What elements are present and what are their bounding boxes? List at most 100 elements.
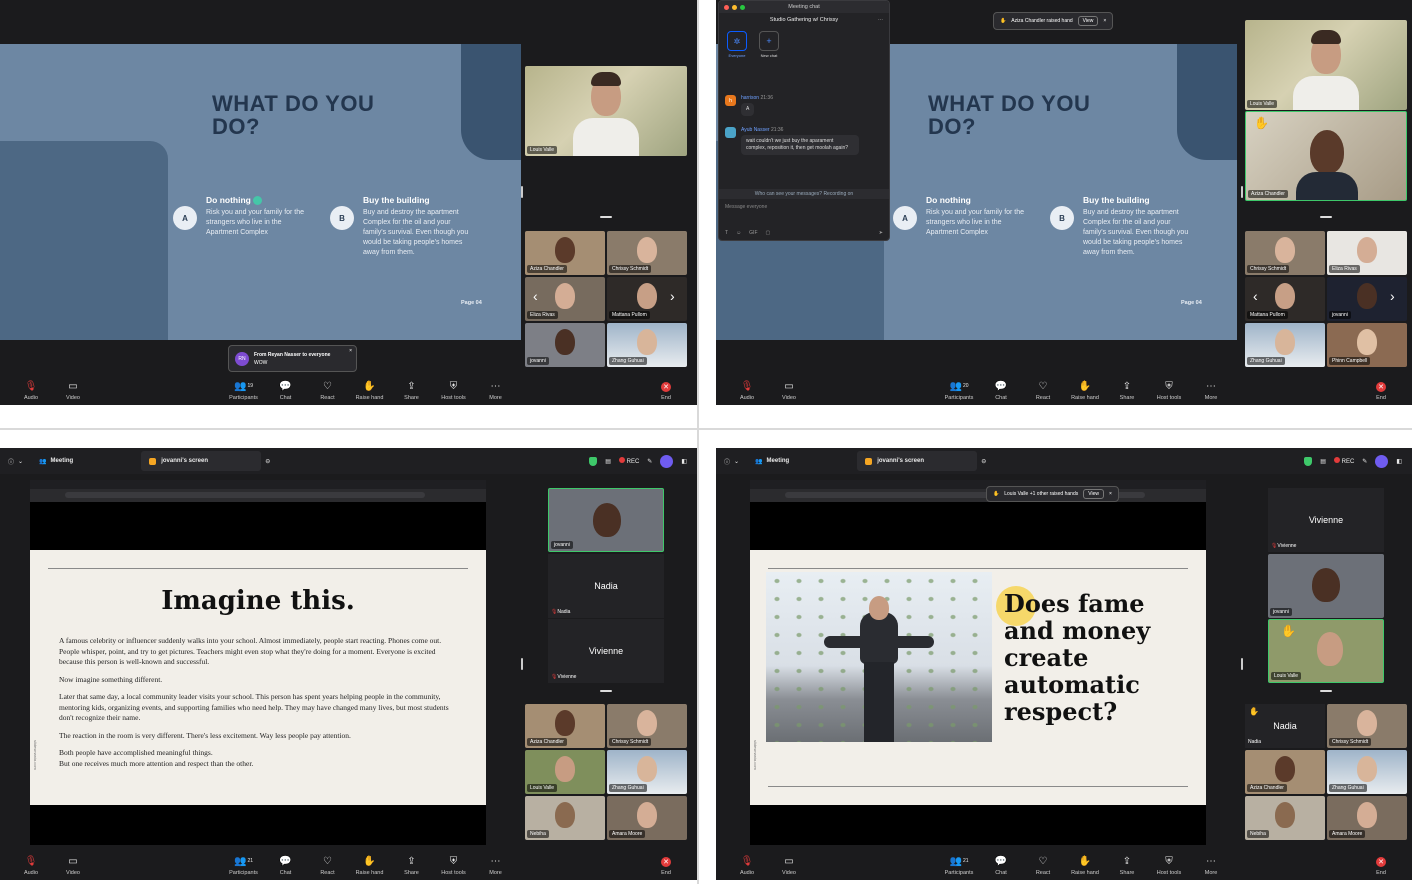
raise-hand-button[interactable]: ✋ Raise hand [1064, 856, 1106, 876]
name-only-tile[interactable]: Vivienne 🎙Vivienne [1268, 488, 1384, 552]
screen-share-tab[interactable]: jovanni's screen [857, 451, 978, 471]
resize-handle[interactable] [1241, 186, 1243, 198]
video-button[interactable]: ▭ Video [52, 381, 94, 401]
chat-button[interactable]: 💬 Chat [265, 856, 307, 876]
video-tile[interactable]: Nebiha [525, 796, 605, 840]
video-tile[interactable]: Aziza Chandler [525, 231, 605, 275]
name-only-tile[interactable]: ✋ Nadia Nadia [1245, 704, 1325, 748]
send-icon[interactable]: ➤ [879, 230, 883, 236]
react-button[interactable]: ♡ React [307, 381, 349, 401]
video-button[interactable]: ▭ Video [52, 856, 94, 876]
name-only-tile[interactable]: Nadia 🎙Nadia [548, 554, 664, 618]
video-tile[interactable]: Zhang Guhuai [1327, 750, 1407, 794]
audio-button[interactable]: 🎙 Audio [10, 856, 52, 876]
notes-icon[interactable]: ▤ [1320, 458, 1326, 465]
view-button[interactable]: View [1077, 16, 1099, 26]
raise-hand-button[interactable]: ✋ Raise hand [1064, 381, 1106, 401]
screen-share-tab[interactable]: jovanni's screen [141, 451, 262, 471]
new-chat[interactable]: + New chat [759, 31, 779, 58]
name-only-tile[interactable]: Vivienne 🎙Vivienne [548, 619, 664, 683]
chat-button[interactable]: 💬 Chat [980, 381, 1022, 401]
share-button[interactable]: ⇪ Share [1106, 856, 1148, 876]
participants-button[interactable]: 👥 21 Participants [223, 856, 265, 876]
gallery-prev-arrow[interactable]: ‹ [1253, 288, 1258, 304]
gif-icon[interactable]: GIF [749, 230, 757, 236]
video-tile[interactable]: Eliza Rivas [1327, 231, 1407, 275]
more-button[interactable]: ⋯ More [1190, 381, 1232, 401]
share-button[interactable]: ⇪ Share [391, 856, 433, 876]
resize-handle[interactable] [521, 186, 523, 198]
host-tools-button[interactable]: ⛨ Host tools [1148, 381, 1190, 401]
video-tile[interactable]: Zhang Guhuai [1245, 323, 1325, 367]
host-tools-button[interactable]: ⛨ Host tools [1148, 856, 1190, 876]
video-tile[interactable]: Amara Moore [1327, 796, 1407, 840]
video-tile[interactable]: Zhang Guhuai [607, 323, 687, 367]
end-button[interactable]: ✕ End [645, 857, 687, 876]
recording-indicator[interactable]: REC [618, 457, 639, 465]
ai-companion-icon[interactable] [1375, 454, 1389, 468]
speaker-video-tile[interactable]: Louis Valle [525, 66, 687, 156]
speaker-video-tile[interactable]: jovanni [548, 488, 664, 552]
raised-hand-toast[interactable]: ✋ Louis Valle +1 other raised hands View… [986, 486, 1119, 502]
end-button[interactable]: ✕ End [1360, 857, 1402, 876]
video-tile[interactable]: Phinn Campbell [1327, 323, 1407, 367]
more-button[interactable]: ⋯ More [1190, 856, 1232, 876]
audio-button[interactable]: 🎙 Audio [726, 381, 768, 401]
speaker-video-tile[interactable]: Louis Valle [1245, 20, 1407, 110]
react-button[interactable]: ♡ React [1022, 856, 1064, 876]
react-button[interactable]: ♡ React [1022, 381, 1064, 401]
video-tile[interactable]: Nebiha [1245, 796, 1325, 840]
video-tile[interactable]: Louis Valle [525, 750, 605, 794]
video-tile[interactable]: jovanni [525, 323, 605, 367]
share-button[interactable]: ⇪ Share [391, 381, 433, 401]
end-button[interactable]: ✕ End [645, 382, 687, 401]
resize-handle[interactable] [521, 658, 523, 670]
everyone-chat[interactable]: ✲ Everyone [727, 31, 747, 58]
video-tile[interactable]: jovanni [1268, 554, 1384, 618]
ai-companion-icon[interactable] [660, 454, 674, 468]
chat-button[interactable]: 💬 Chat [265, 381, 307, 401]
gallery-drag-handle[interactable] [600, 690, 612, 692]
resize-handle[interactable] [1241, 658, 1243, 670]
video-tile[interactable]: Chrissy Schmidt [607, 704, 687, 748]
more-options-icon[interactable]: ⋯ [878, 17, 883, 23]
video-tile[interactable]: Aziza Chandler [1245, 750, 1325, 794]
raised-hand-toast[interactable]: ✋ Aziza Chandler raised hand View × [993, 12, 1114, 30]
video-tile[interactable]: Chrissy Schmidt [1327, 704, 1407, 748]
view-button[interactable]: View [1083, 489, 1104, 499]
gallery-next-arrow[interactable]: › [670, 288, 675, 304]
minus-circle-icon[interactable]: ⊖ [981, 458, 986, 465]
message-input[interactable]: Message everyone [725, 204, 767, 210]
recording-indicator[interactable]: REC [1333, 457, 1354, 465]
file-icon[interactable]: ▢ [766, 230, 771, 236]
more-button[interactable]: ⋯ More [475, 856, 517, 876]
video-tile[interactable]: Mattana Pullom [607, 277, 687, 321]
audio-button[interactable]: 🎙 Audio [726, 856, 768, 876]
speaker-video-tile[interactable]: ✋ Aziza Chandler [1245, 111, 1407, 201]
react-button[interactable]: ♡ React [307, 856, 349, 876]
notes-icon[interactable]: ▤ [605, 458, 611, 465]
chat-notice[interactable]: Who can see your messages? Recording on [719, 189, 889, 199]
info-button[interactable]: ⓘ ⌄ [716, 448, 747, 474]
share-button[interactable]: ⇪ Share [1106, 381, 1148, 401]
video-tile[interactable]: jovanni [1327, 277, 1407, 321]
video-tile[interactable]: Zhang Guhuai [607, 750, 687, 794]
host-tools-button[interactable]: ⛨ Host tools [433, 381, 475, 401]
video-tile[interactable]: Aziza Chandler [525, 704, 605, 748]
raise-hand-button[interactable]: ✋ Raise hand [349, 381, 391, 401]
participants-button[interactable]: 👥 20 Participants [938, 381, 980, 401]
close-icon[interactable]: × [1109, 491, 1112, 497]
format-icon[interactable]: T [725, 230, 728, 236]
browser-address-bar[interactable] [65, 492, 425, 498]
close-icon[interactable]: × [1103, 18, 1106, 24]
meeting-tab[interactable]: 👥 Meeting [747, 448, 797, 474]
gallery-next-arrow[interactable]: › [1390, 288, 1395, 304]
end-button[interactable]: ✕ End [1360, 382, 1402, 401]
gallery-prev-arrow[interactable]: ‹ [533, 288, 538, 304]
audio-button[interactable]: 🎙 Audio [10, 381, 52, 401]
info-button[interactable]: ⓘ ⌄ [0, 448, 31, 474]
participants-button[interactable]: 👥 21 Participants [938, 856, 980, 876]
host-tools-button[interactable]: ⛨ Host tools [433, 856, 475, 876]
video-tile[interactable]: Amara Moore [607, 796, 687, 840]
meeting-tab[interactable]: 👥 Meeting [31, 448, 81, 474]
